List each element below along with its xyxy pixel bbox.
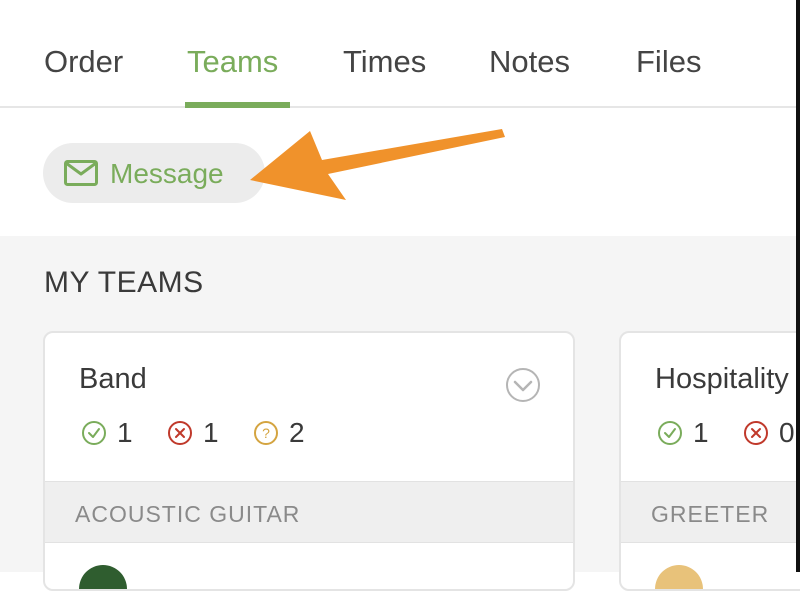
avatar[interactable] <box>655 565 703 589</box>
question-circle-icon: ? <box>254 421 278 445</box>
team-name: Hospitality <box>655 363 789 395</box>
position-header: GREETER <box>621 481 800 543</box>
x-circle-icon <box>168 421 192 445</box>
check-circle-icon <box>658 421 682 445</box>
x-circle-icon <box>744 421 768 445</box>
chevron-down-icon[interactable] <box>505 367 541 403</box>
position-header: ACOUSTIC GUITAR <box>45 481 573 543</box>
team-name: Band <box>79 363 147 395</box>
team-card-band[interactable]: Band 1 1 ? 2 ACOUSTIC GUITAR <box>43 331 575 591</box>
team-card-hospitality[interactable]: Hospitality 1 0 GREETER <box>619 331 800 591</box>
check-circle-icon <box>82 421 106 445</box>
avatar[interactable] <box>79 565 127 589</box>
svg-text:?: ? <box>262 425 270 441</box>
screen-edge <box>796 0 800 572</box>
section-title: MY TEAMS <box>44 266 204 299</box>
